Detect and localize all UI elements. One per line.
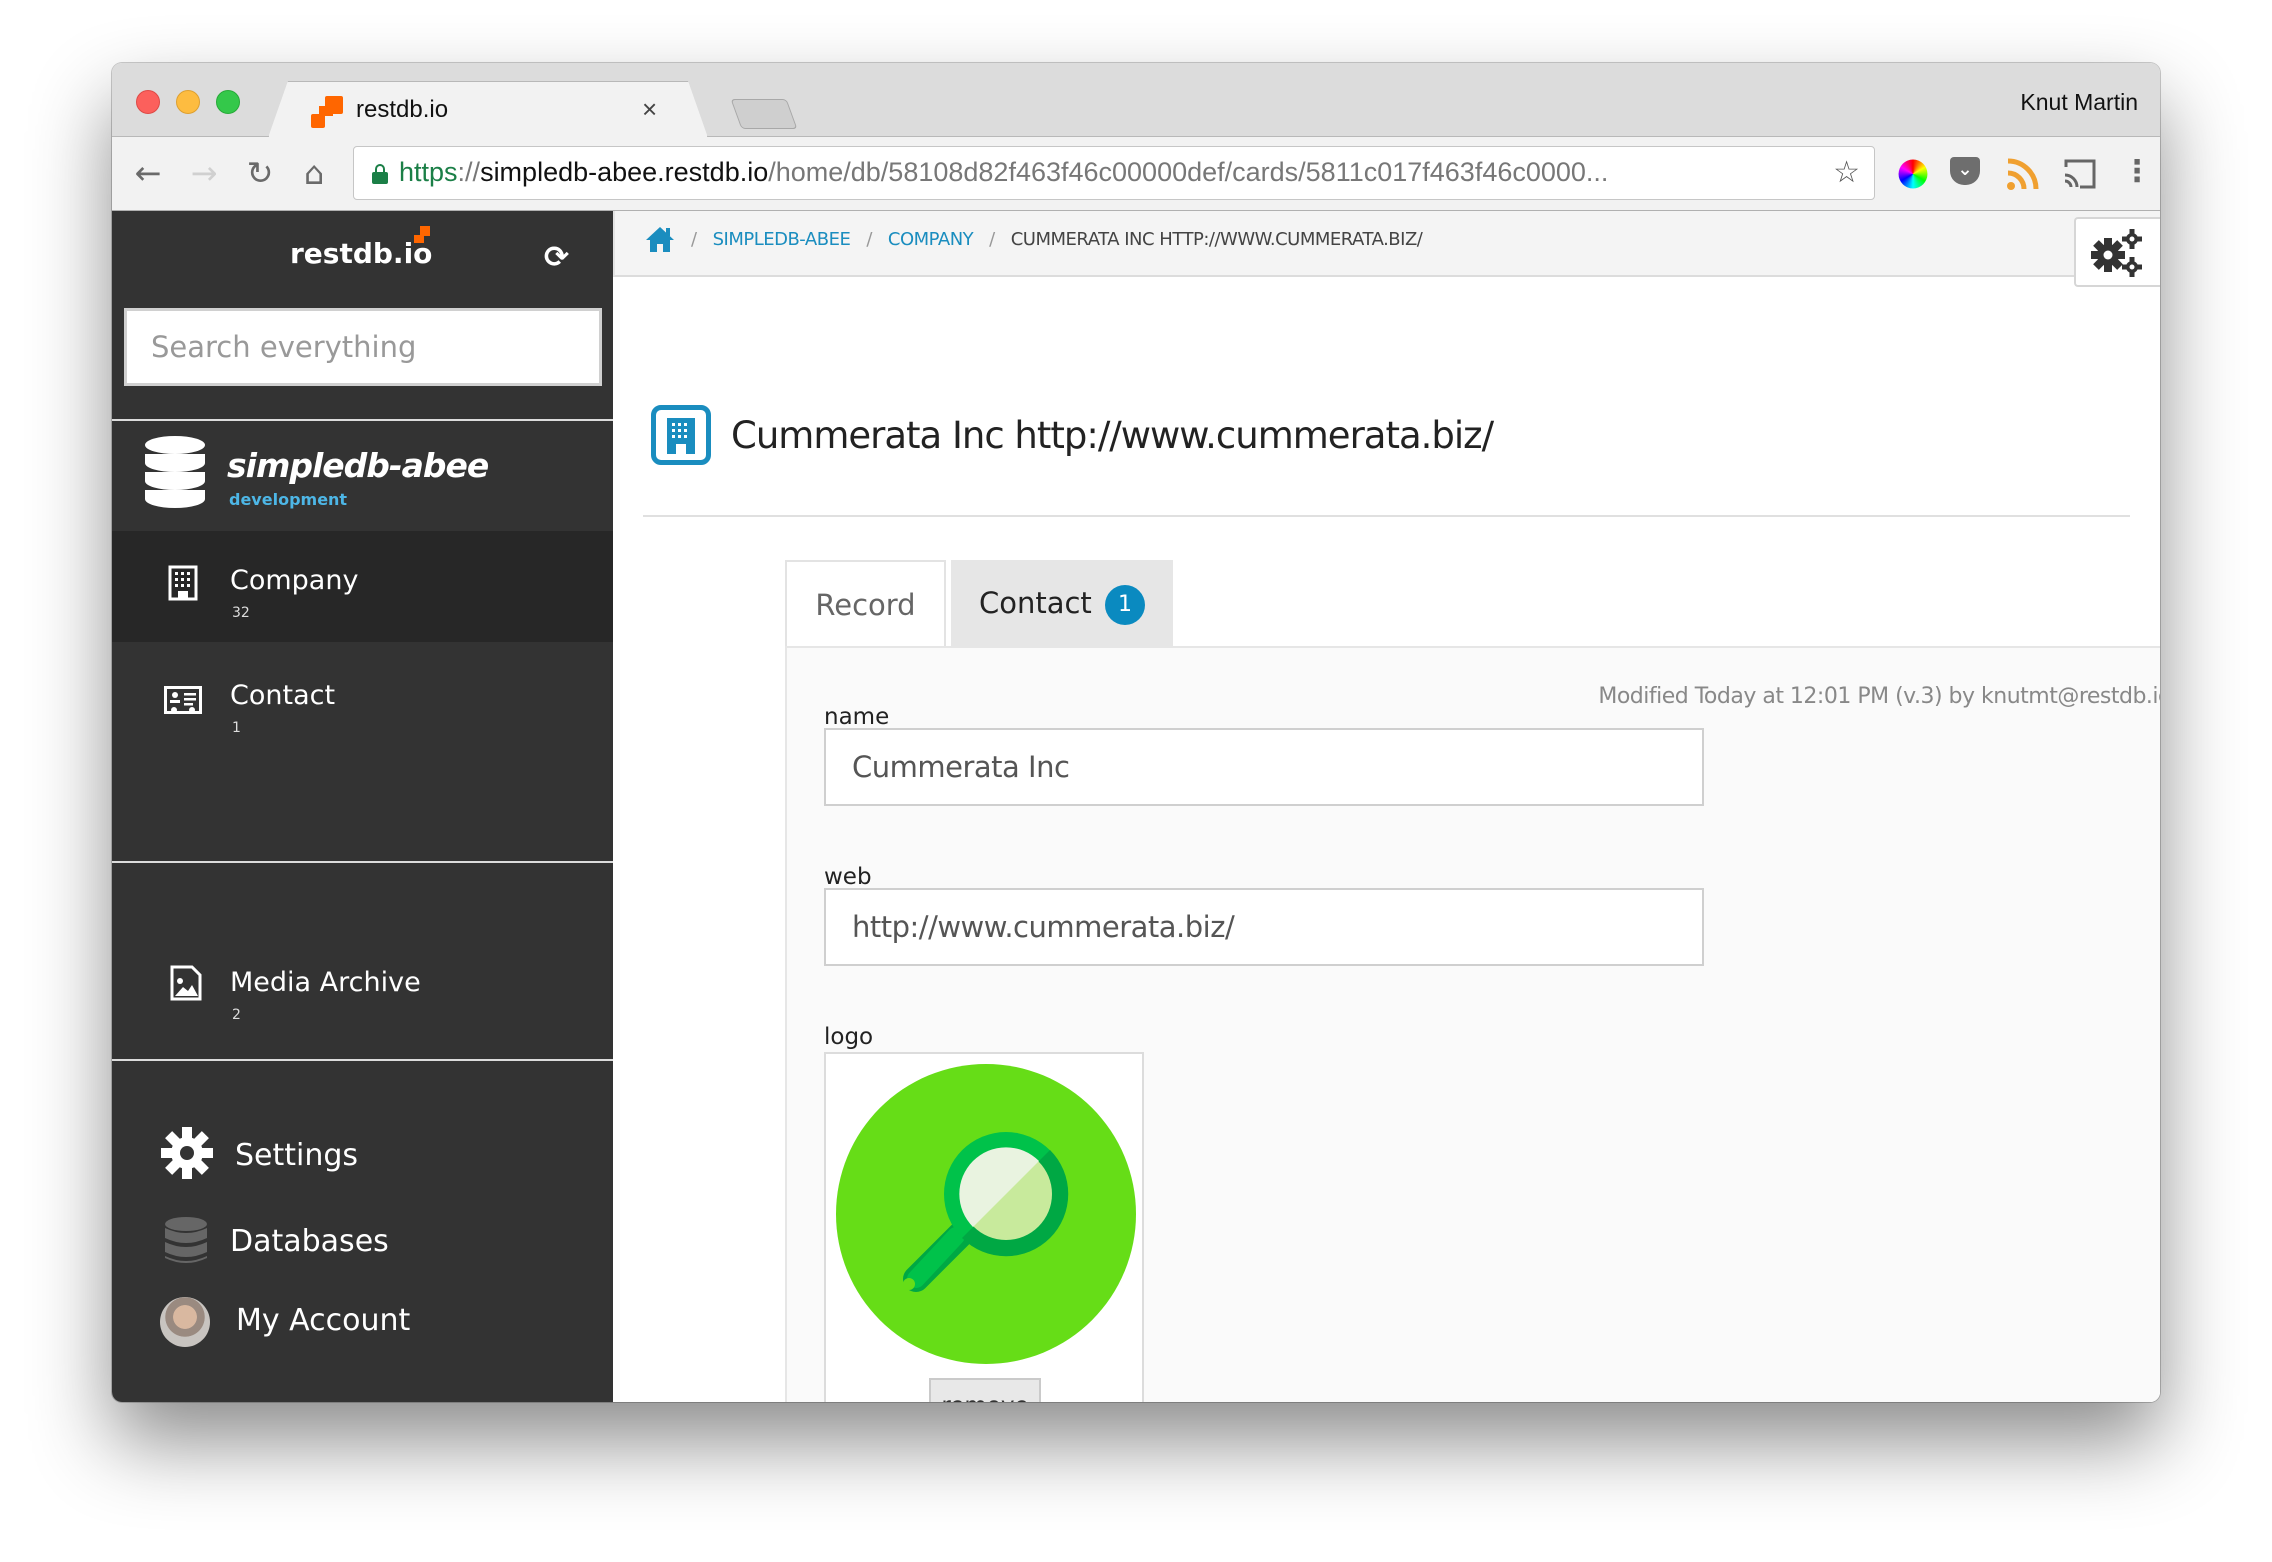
header-divider [643,515,2130,517]
search-input[interactable] [124,308,602,386]
sidebar-item-company[interactable]: Company 32 [112,531,613,642]
database-environment: development [229,490,348,509]
building-icon [651,405,711,465]
breadcrumb: / SIMPLEDB-ABEE / COMPANY / CUMMERATA IN… [613,211,2160,287]
modified-status: Modified Today at 12:01 PM (v.3) by knut… [1598,684,2160,709]
url-host: simpledb-abee.restdb.io [480,157,769,187]
pocket-extension-icon[interactable]: ⌄ [1950,157,1984,191]
sidebar-divider [112,419,613,421]
sidebar-item-label: Databases [230,1224,389,1259]
sidebar-item-label: Media Archive [230,967,421,998]
tab-label: Record [815,588,916,622]
sidebar-item-label: My Account [236,1303,411,1338]
lock-icon [372,164,388,184]
minimize-window-button[interactable] [176,90,200,114]
browser-toolbar: ← → ↻ ⌂ https://simpledb-abee.restdb.io/… [112,137,2160,211]
restdb-favicon-icon [311,96,343,128]
brand-mark-icon [414,235,424,243]
back-arrow-icon[interactable]: ← [130,155,166,191]
name-label: name [824,704,890,730]
page-title: Cummerata Inc http://www.cummerata.biz/ [731,413,1494,457]
sidebar: restdb.io ⟳ simpledb-abee development Co… [112,211,613,1402]
sidebar-item-count: 32 [232,605,250,621]
rss-feed-icon[interactable] [2006,157,2040,191]
logo-field: remove [824,1052,1144,1402]
page-header: Cummerata Inc http://www.cummerata.biz/ [651,403,1494,467]
tab-title: restdb.io [356,96,449,123]
breadcrumb-current: CUMMERATA INC HTTP://WWW.CUMMERATA.BIZ/ [1010,228,1423,250]
sidebar-divider [112,861,613,863]
remove-logo-button[interactable]: remove [929,1378,1041,1402]
brand-mark-icon [420,226,430,236]
sidebar-item-count: 2 [232,1007,241,1023]
contact-card-icon [164,686,202,714]
logo-label: logo [824,1024,874,1050]
main-content: / SIMPLEDB-ABEE / COMPANY / CUMMERATA IN… [613,211,2160,1402]
record-panel: Modified Today at 12:01 PM (v.3) by knut… [785,646,2160,1402]
sidebar-item-label: Settings [235,1138,359,1173]
sidebar-item-count: 1 [232,720,241,736]
tab-close-icon[interactable]: × [642,94,657,125]
browser-tab-strip: restdb.io × Knut Martin [112,63,2160,138]
tab-contact[interactable]: Contact 1 [951,560,1173,646]
url-text[interactable]: https://simpledb-abee.restdb.io/home/db/… [399,157,1608,188]
web-label: web [824,864,872,890]
home-icon[interactable]: ⌂ [296,155,332,191]
sidebar-item-media-archive[interactable]: Media Archive 2 [112,931,613,1051]
avatar [160,1297,210,1347]
breadcrumb-separator: / [866,228,872,250]
breadcrumb-separator: / [989,228,995,250]
breadcrumb-separator: / [691,228,697,250]
database-icon [145,436,205,508]
web-field[interactable] [824,888,1704,966]
database-header[interactable]: simpledb-abee development [112,436,613,516]
gear-icon [161,1127,213,1179]
database-icon [165,1217,207,1263]
sidebar-item-databases[interactable]: Databases [112,1216,613,1286]
sidebar-item-my-account[interactable]: My Account [112,1297,613,1367]
sidebar-item-label: Contact [230,680,336,711]
name-field[interactable] [824,728,1704,806]
breadcrumb-collection[interactable]: COMPANY [888,229,974,250]
address-bar[interactable]: https://simpledb-abee.restdb.io/home/db/… [353,146,1875,200]
color-picker-extension-icon[interactable] [1898,159,1928,189]
maximize-window-button[interactable] [216,90,240,114]
brand-logo[interactable]: restdb.io [290,237,432,270]
settings-gears-button[interactable] [2074,217,2160,287]
tab-label: Contact [978,586,1092,620]
url-path: /home/db/58108d82f463f46c00000def/cards/… [768,157,1609,187]
sidebar-item-label: Company [230,565,359,596]
browser-window: restdb.io × Knut Martin ← → ↻ ⌂ https://… [112,63,2160,1402]
sidebar-item-contact[interactable]: Contact 1 [112,642,613,762]
bookmark-star-icon[interactable]: ☆ [1833,155,1860,190]
breadcrumb-database[interactable]: SIMPLEDB-ABEE [713,229,851,250]
database-name: simpledb-abee [227,446,489,485]
forward-arrow-icon[interactable]: → [186,155,222,191]
count-badge: 1 [1105,585,1146,625]
sidebar-item-settings[interactable]: Settings [112,1126,613,1196]
tab-record[interactable]: Record [785,560,946,646]
browser-menu-icon[interactable]: ⋮ [2122,157,2152,191]
home-icon[interactable] [645,225,675,253]
image-file-icon [170,965,202,1001]
gears-icon [2091,229,2142,277]
refresh-icon[interactable]: ⟳ [544,243,569,273]
sidebar-divider [112,1059,613,1061]
magnifier-logo-image [836,1064,1136,1364]
building-icon [168,565,198,601]
close-window-button[interactable] [136,90,160,114]
new-tab-button[interactable] [730,99,798,129]
url-separator: :// [457,157,481,187]
profile-name[interactable]: Knut Martin [2020,89,2138,116]
browser-tab[interactable]: restdb.io × [268,81,708,138]
cast-icon[interactable] [2062,157,2096,191]
url-scheme: https [399,157,458,187]
reload-icon[interactable]: ↻ [242,155,278,191]
